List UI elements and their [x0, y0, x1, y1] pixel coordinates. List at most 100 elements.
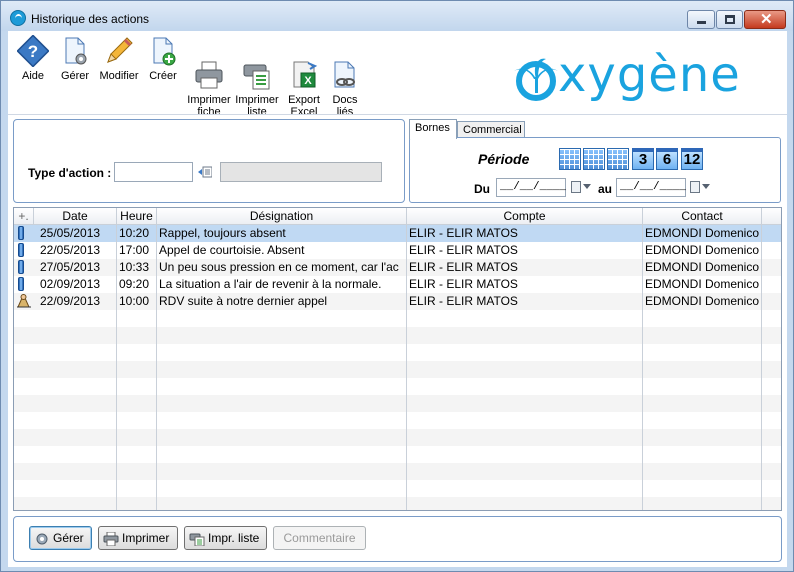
print-record-button[interactable]: Imprimer fiche — [186, 35, 232, 118]
cell-heure: 09:20 — [119, 277, 150, 291]
phone-icon — [18, 260, 24, 274]
close-icon: ✕ — [760, 11, 773, 28]
table-row[interactable]: 27/05/2013 10:33 Un peu sous pression en… — [14, 259, 781, 276]
toolbar-separator — [8, 114, 787, 115]
window-title: Historique des actions — [31, 12, 150, 26]
period-month-button[interactable] — [583, 148, 605, 170]
print-list-bottom-button[interactable]: Impr. liste — [184, 526, 267, 550]
linked-docs-icon — [329, 47, 361, 88]
create-document-icon — [147, 35, 179, 67]
help-icon: ? — [16, 34, 50, 68]
column-divider — [406, 225, 407, 510]
tab-bornes[interactable]: Bornes — [409, 119, 457, 139]
period-week-button[interactable] — [559, 148, 581, 170]
table-row[interactable]: 22/05/2013 17:00 Appel de courtoisie. Ab… — [14, 242, 781, 259]
period-panel: Période 3 6 12 Du __/__/____ au __/__/__… — [409, 137, 781, 203]
cell-date: 27/05/2013 — [40, 260, 101, 274]
cell-contact: EDMONDI Domenico — [645, 294, 760, 308]
action-type-filter-panel: Type d'action : — [13, 119, 405, 203]
date-from-input[interactable]: __/__/____ — [496, 178, 566, 197]
logo-text: xygène — [558, 47, 741, 103]
palm-o-icon — [514, 58, 558, 101]
cell-date: 22/09/2013 — [40, 294, 101, 308]
empty-row — [14, 361, 781, 378]
print-bottom-label: Imprimer — [122, 531, 170, 545]
lookup-list-icon[interactable] — [198, 166, 213, 178]
print-list-bottom-label: Impr. liste — [208, 531, 260, 545]
cell-compte: ELIR - ELIR MATOS — [409, 277, 518, 291]
toolbar: ? Aide Gérer Modifier Créer Imprimer fic… — [8, 31, 787, 118]
date-to-dropdown-icon[interactable] — [702, 184, 710, 189]
excel-export-button[interactable]: X Export Excel — [286, 35, 322, 118]
column-header-heure[interactable]: Heure — [117, 208, 157, 225]
cell-date: 02/09/2013 — [40, 277, 101, 291]
tab-commercial[interactable]: Commercial — [457, 121, 525, 138]
edit-button[interactable]: Modifier — [98, 35, 140, 111]
add-column-icon[interactable]: +. — [14, 208, 34, 225]
manage-button[interactable]: Gérer — [58, 35, 92, 111]
linked-docs-button[interactable]: Docs liés — [328, 35, 362, 118]
date-to-input[interactable]: __/__/____ — [616, 178, 686, 197]
help-button[interactable]: ? Aide — [15, 34, 51, 111]
printer-icon — [103, 531, 119, 547]
period-quarter-button[interactable] — [607, 148, 629, 170]
cell-designation: RDV suite à notre dernier appel — [159, 294, 328, 308]
column-header-date[interactable]: Date — [34, 208, 117, 225]
empty-row — [14, 429, 781, 446]
minimize-button[interactable] — [687, 10, 715, 29]
empty-row — [14, 463, 781, 480]
cell-date: 25/05/2013 — [40, 226, 101, 240]
table-row[interactable]: 25/05/2013 10:20 Rappel, toujours absent… — [14, 225, 781, 242]
empty-row — [14, 480, 781, 497]
action-type-label: Type d'action : — [28, 166, 112, 180]
date-from-dropdown-icon[interactable] — [583, 184, 591, 189]
window-content: ? Aide Gérer Modifier Créer Imprimer fic… — [8, 31, 787, 567]
column-header-spacer — [762, 208, 781, 225]
title-bar[interactable]: Historique des actions ✕ — [1, 1, 793, 31]
bottom-action-panel: Gérer Imprimer Impr. liste Commentaire — [13, 516, 782, 562]
table-row[interactable]: 02/09/2013 09:20 La situation a l'air de… — [14, 276, 781, 293]
app-logo-icon — [10, 10, 26, 26]
close-button[interactable]: ✕ — [744, 10, 786, 29]
excel-export-icon: X — [288, 47, 320, 88]
column-header-designation[interactable]: Désignation — [157, 208, 407, 225]
cell-heure: 10:33 — [119, 260, 150, 274]
svg-text:?: ? — [28, 42, 38, 61]
maximize-button[interactable] — [716, 10, 743, 29]
actions-table: +. Date Heure Désignation Compte Contact… — [13, 207, 782, 511]
create-button[interactable]: Créer — [146, 35, 180, 111]
column-divider — [156, 225, 157, 510]
print-list-icon — [189, 531, 205, 547]
column-divider — [761, 225, 762, 510]
empty-row — [14, 497, 781, 510]
print-list-button[interactable]: Imprimer liste — [234, 35, 280, 118]
print-bottom-button[interactable]: Imprimer — [98, 526, 178, 550]
app-window: Historique des actions ✕ ? Aide Gérer Mo… — [0, 0, 794, 572]
empty-row — [14, 412, 781, 429]
period-12-months-button[interactable]: 12 — [681, 148, 703, 170]
print-list-icon — [241, 47, 273, 90]
manage-bottom-label: Gérer — [53, 531, 84, 545]
period-6-months-button[interactable]: 6 — [656, 148, 678, 170]
column-header-contact[interactable]: Contact — [643, 208, 762, 225]
empty-row — [14, 344, 781, 361]
manage-bottom-button[interactable]: Gérer — [29, 526, 92, 550]
action-type-input[interactable] — [114, 162, 193, 182]
comment-button[interactable]: Commentaire — [273, 526, 366, 550]
cell-contact: EDMONDI Domenico — [645, 226, 760, 240]
phone-icon — [18, 226, 24, 240]
phone-icon — [18, 243, 24, 257]
column-header-compte[interactable]: Compte — [407, 208, 643, 225]
empty-row — [14, 310, 781, 327]
edit-label: Modifier — [99, 70, 139, 82]
date-from-calendar-icon[interactable] — [571, 181, 581, 193]
empty-row — [14, 446, 781, 463]
cell-date: 22/05/2013 — [40, 243, 101, 257]
date-to-calendar-icon[interactable] — [690, 181, 700, 193]
cell-designation: Un peu sous pression en ce moment, car l… — [159, 260, 399, 274]
create-label: Créer — [149, 70, 177, 82]
empty-row — [14, 395, 781, 412]
period-3-months-button[interactable]: 3 — [632, 148, 654, 170]
action-type-description — [220, 162, 382, 182]
table-row[interactable]: 22/09/2013 10:00 RDV suite à notre derni… — [14, 293, 781, 310]
